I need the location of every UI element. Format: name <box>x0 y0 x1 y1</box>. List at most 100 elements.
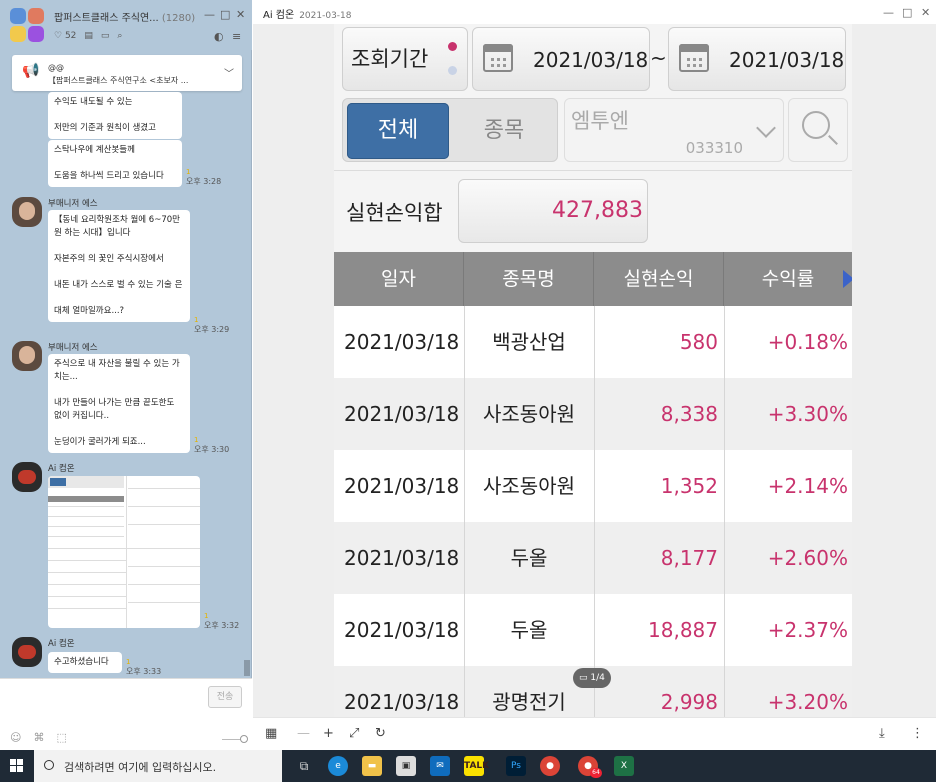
desktop: 팝퍼스트클래스 주식연... (1280) ♡ 52 ▤ ▭ ⌕ — □ ✕ ◐… <box>0 0 936 782</box>
rotate-icon[interactable]: ↻ <box>375 726 386 741</box>
member-count: (1280) <box>161 13 196 24</box>
cell-date: 2021/03/18 <box>344 402 460 426</box>
heart-icon[interactable]: ♡ 52 <box>54 31 76 41</box>
summary-box: 427,883 <box>458 179 648 243</box>
inbox-icon[interactable]: ▭ <box>101 31 110 41</box>
chat-message[interactable]: 주식으로 내 자산을 불릴 수 있는 가치는... 내가 만들어 나가는 만큼 … <box>48 354 190 453</box>
cell-rate: +3.20% <box>767 690 848 714</box>
avatar[interactable] <box>12 341 42 371</box>
notice-banner[interactable]: 📢 @@ 【팝퍼스트클래스 주식연구소 <초보자 ... ﹀ <box>12 55 242 91</box>
megaphone-icon: 📢 <box>22 63 40 79</box>
stock-name: 엠투엔 <box>571 109 629 133</box>
emoji-icon[interactable]: ☺ <box>10 731 21 744</box>
capture-icon[interactable]: ⬚ <box>56 731 66 744</box>
stock-select[interactable]: 엠투엔 033310 <box>564 98 784 162</box>
chevron-down-icon[interactable]: ﹀ <box>224 65 234 80</box>
date-to-field[interactable]: 2021/03/18 <box>668 27 846 91</box>
close-icon[interactable]: ✕ <box>236 8 245 21</box>
viewer-title-text: Ai 컴온 <box>263 10 295 21</box>
scroll-right-arrow-icon[interactable] <box>843 270 852 288</box>
download-icon[interactable]: ⤓ <box>879 726 885 741</box>
chat-meta: ♡ 52 ▤ ▭ ⌕ <box>54 31 122 41</box>
chat-message[interactable]: 수익도 내도될 수 있는 저만의 기준과 원칙이 생겼고 <box>48 92 182 139</box>
notification-badge: 64 <box>590 768 602 778</box>
fit-screen-icon[interactable]: ⤢ <box>349 726 359 741</box>
trading-app-screenshot: 조회기간 2021/03/18 ~ 2021/03/18 전체 종목 엠투엔 0… <box>334 24 852 717</box>
more-icon[interactable]: ⋮ <box>911 726 924 741</box>
table-row[interactable]: 2021/03/18 사조동아원 1,352 +2.14% <box>334 450 852 522</box>
cell-name: 두올 <box>510 546 548 570</box>
cell-date: 2021/03/18 <box>344 330 460 354</box>
grid-icon[interactable]: ▦ <box>265 726 277 741</box>
photoshop-icon[interactable]: Ps <box>506 756 526 776</box>
tab-stock[interactable]: 종목 <box>453 103 555 159</box>
period-button[interactable]: 조회기간 <box>342 27 468 91</box>
mail-icon[interactable]: ✉ <box>430 756 450 776</box>
chat-scrollbar[interactable] <box>244 660 250 676</box>
avatar[interactable] <box>12 637 42 667</box>
avatar[interactable] <box>12 462 42 492</box>
image-viewer-window: Ai 컴온 2021-03-18 — □ ✕ 조회기간 2021/03/18 ~ <box>253 0 936 750</box>
message-input[interactable]: 전송 ☺ ⌘ ⬚ <box>0 678 252 750</box>
sender-name: Ai 컴온 <box>48 464 75 474</box>
kakaotalk-icon[interactable]: TALK <box>464 756 489 776</box>
minimize-icon[interactable]: — <box>204 8 215 21</box>
chat-toolbar: ☺ ⌘ ⬚ <box>10 731 67 744</box>
cell-name: 백광산업 <box>492 330 566 354</box>
group-avatar[interactable] <box>10 8 46 44</box>
windows-start-icon[interactable] <box>0 750 34 782</box>
table-row[interactable]: 2021/03/18 두올 18,887 +2.37% <box>334 594 852 666</box>
store-icon[interactable]: ▣ <box>396 756 416 776</box>
table-row[interactable]: 2021/03/18 사조동아원 8,338 +3.30% <box>334 378 852 450</box>
image-stage[interactable]: 조회기간 2021/03/18 ~ 2021/03/18 전체 종목 엠투엔 0… <box>253 24 936 717</box>
tab-all[interactable]: 전체 <box>347 103 449 159</box>
send-button[interactable]: 전송 <box>208 686 242 708</box>
column-header[interactable]: 수익률 <box>724 252 852 306</box>
chat-message[interactable]: 【동네 요리학원조차 월에 6~70만원 하는 시대】입니다 자본주의 의 꽃인… <box>48 210 190 322</box>
chat-message[interactable]: 스탁나우에 계산봇들께 도움을 하나씩 드리고 있습니다 <box>48 140 182 187</box>
cell-date: 2021/03/18 <box>344 546 460 570</box>
column-divider <box>464 306 465 717</box>
cell-name: 사조동아원 <box>483 474 575 498</box>
search-icon <box>44 760 54 770</box>
chrome-icon[interactable]: ● <box>540 756 560 776</box>
document-icon[interactable]: ▤ <box>84 31 93 41</box>
table-row[interactable]: 2021/03/18 백광산업 580 +0.18% <box>334 306 852 378</box>
lock-icon[interactable]: ◐ <box>214 30 224 43</box>
menu-icon[interactable]: ≡ <box>232 30 241 43</box>
maximize-icon[interactable]: □ <box>902 6 912 19</box>
date-from-field[interactable]: 2021/03/18 <box>472 27 650 91</box>
search-icon[interactable]: ⌕ <box>117 31 122 41</box>
excel-icon[interactable]: X <box>614 756 634 776</box>
message-text: 주식으로 내 자산을 불릴 수 있는 가치는... 내가 만들어 나가는 만큼 … <box>54 359 180 447</box>
chat-title-text: 팝퍼스트클래스 주식연... <box>54 13 159 24</box>
viewer-date: 2021-03-18 <box>299 11 352 21</box>
column-header[interactable]: 일자 <box>334 252 464 306</box>
cell-rate: +2.14% <box>767 474 848 498</box>
minimize-icon[interactable]: — <box>883 6 894 19</box>
table-row[interactable]: 2021/03/18 두올 8,177 +2.60% <box>334 522 852 594</box>
zoom-out-icon[interactable]: — <box>297 726 310 741</box>
close-icon[interactable]: ✕ <box>921 6 930 19</box>
file-explorer-icon[interactable]: ▬ <box>362 756 382 776</box>
task-view-icon[interactable]: ⧉ <box>294 756 314 776</box>
viewer-title: Ai 컴온 2021-03-18 <box>263 6 352 21</box>
column-header[interactable]: 실현손익 <box>594 252 724 306</box>
search-button[interactable] <box>788 98 848 162</box>
column-header[interactable]: 종목명 <box>464 252 594 306</box>
avatar[interactable] <box>12 197 42 227</box>
maximize-icon[interactable]: □ <box>220 8 230 21</box>
cell-pnl: 8,338 <box>660 402 718 426</box>
zoom-in-icon[interactable]: + <box>323 726 334 741</box>
taskbar-search[interactable]: 검색하려면 여기에 입력하십시오. <box>34 750 282 782</box>
image-thumbnail[interactable] <box>48 476 200 628</box>
toggle-switch[interactable] <box>222 735 248 743</box>
column-divider <box>724 306 725 717</box>
notice-text: 【팝퍼스트클래스 주식연구소 <초보자 ... <box>48 76 189 85</box>
summary-label: 실현손익합 <box>346 201 443 225</box>
calendar-icon <box>679 44 709 72</box>
edge-icon[interactable]: e <box>328 756 348 776</box>
radio-dot-active <box>448 42 457 51</box>
chat-message[interactable]: 수고하셨습니다 <box>48 652 122 673</box>
attach-icon[interactable]: ⌘ <box>33 731 44 744</box>
